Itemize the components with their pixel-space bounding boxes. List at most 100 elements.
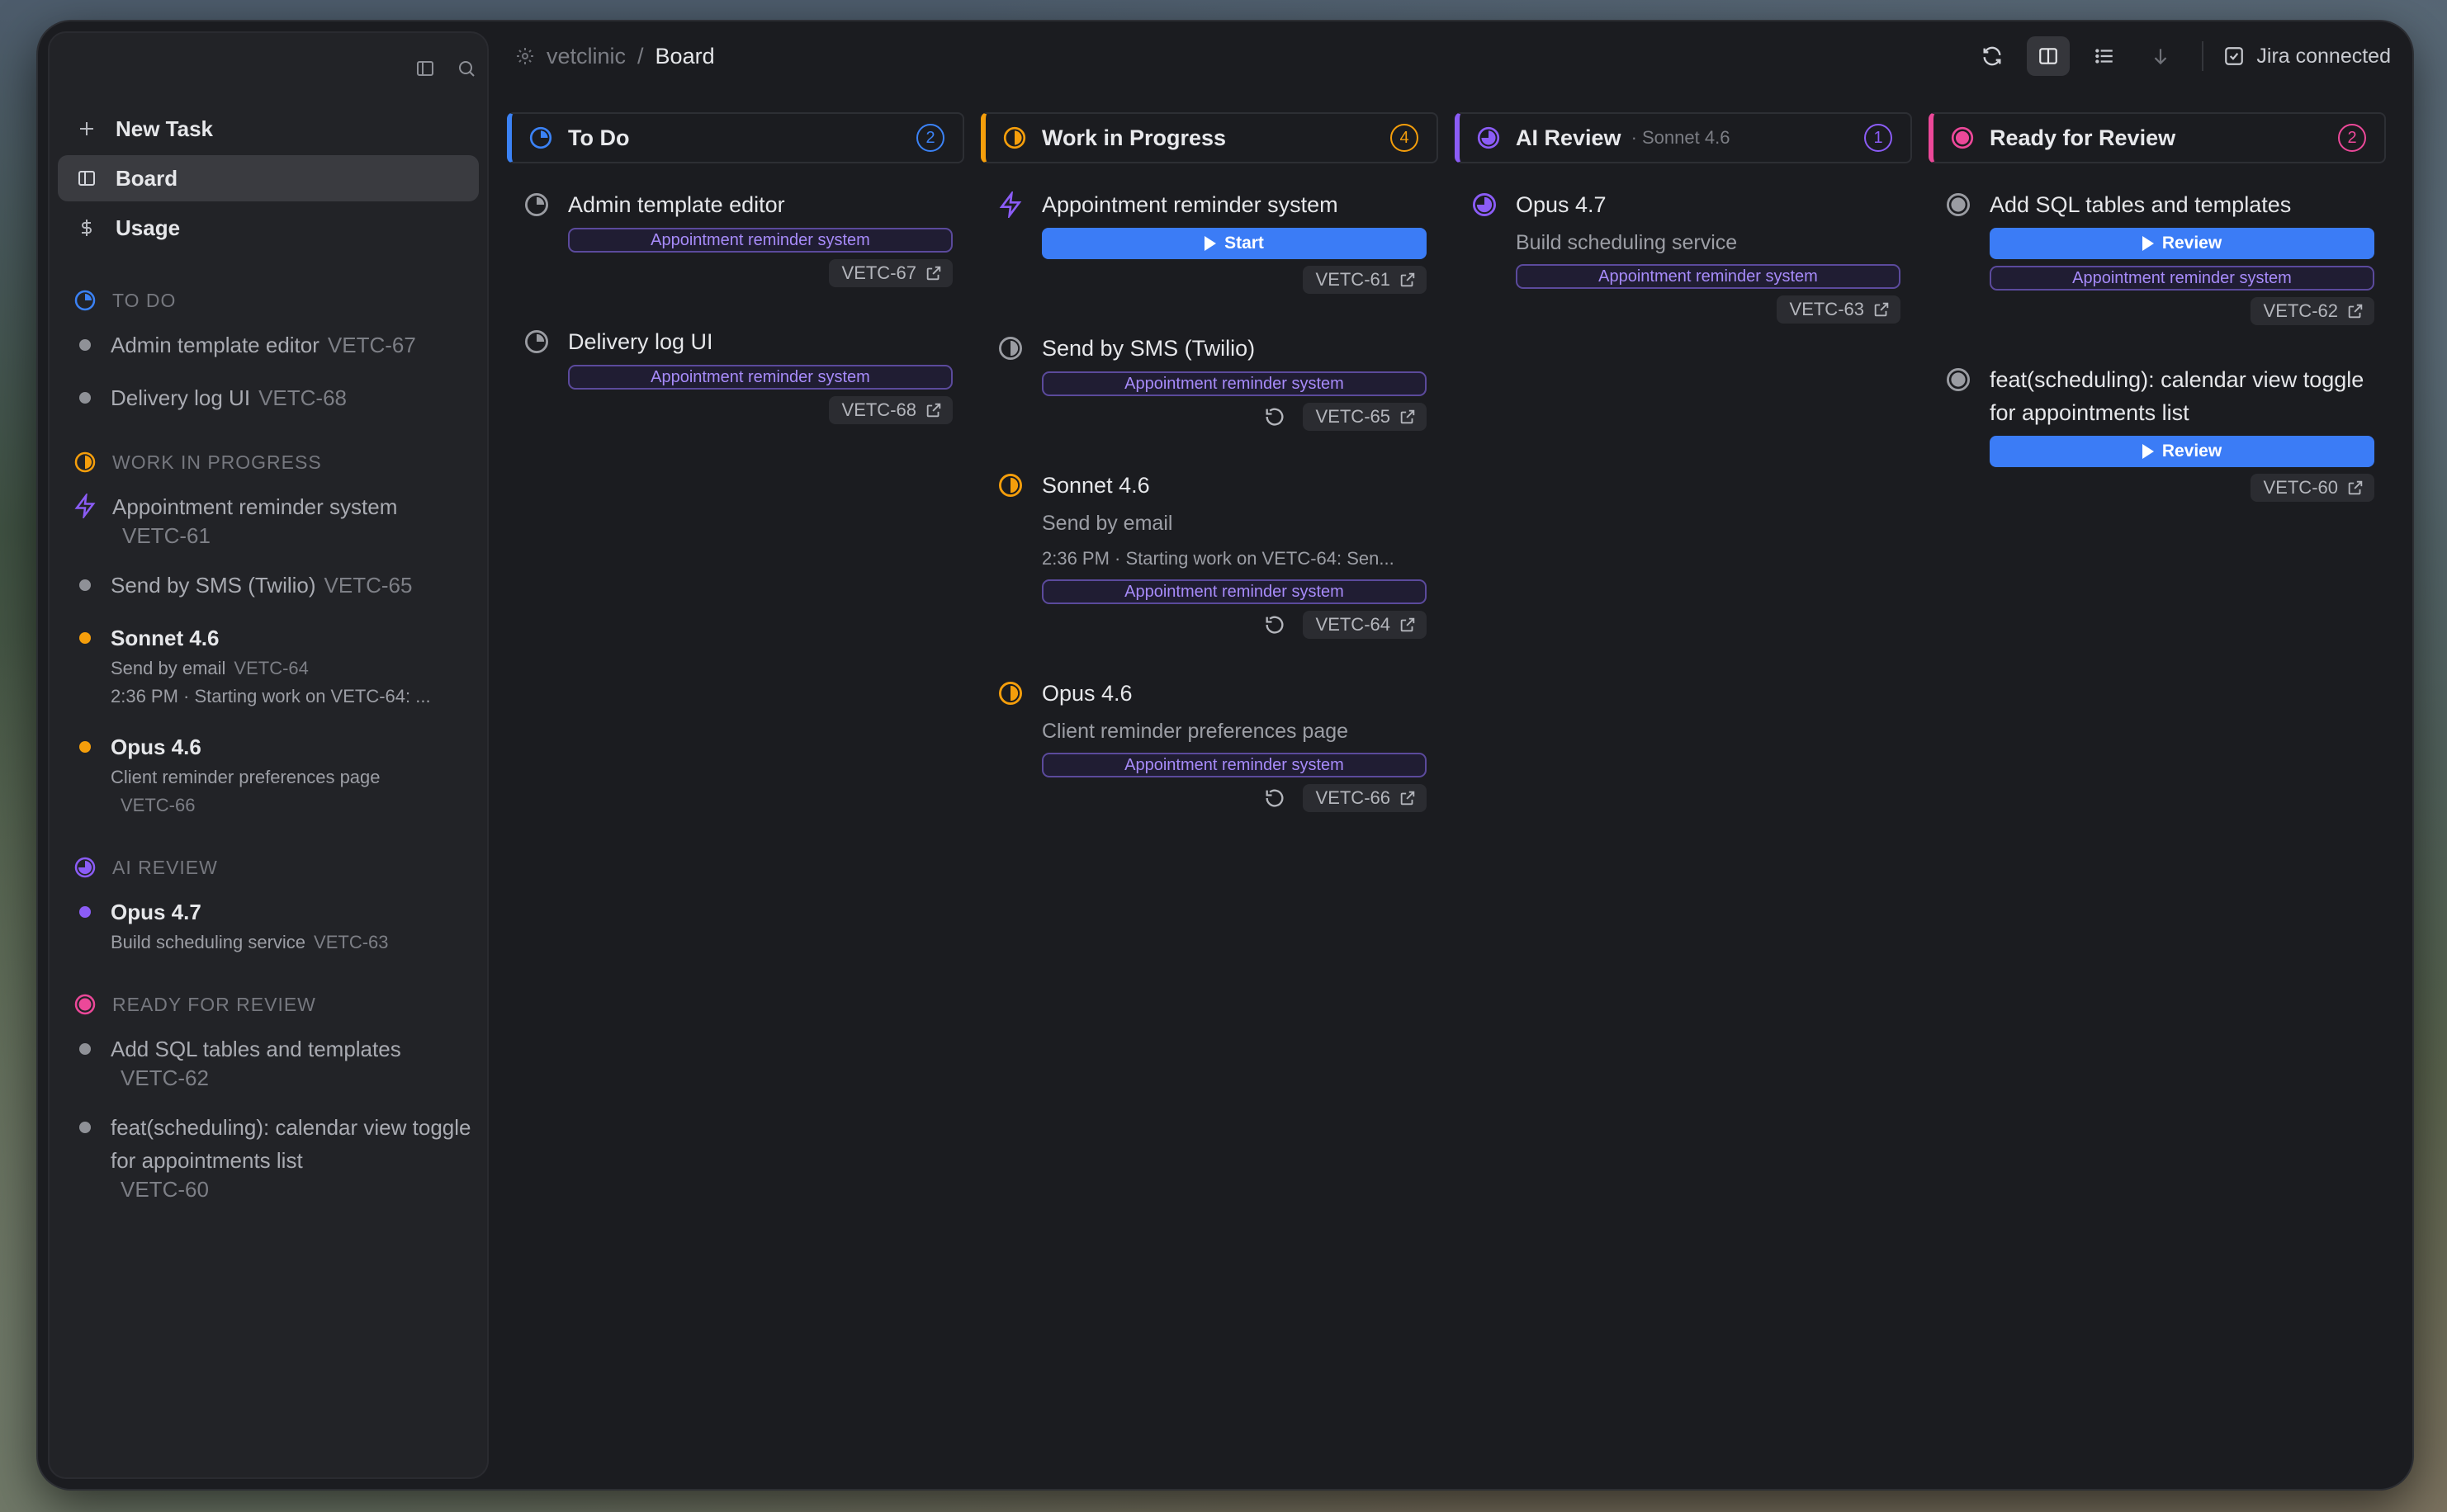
task-title: Admin template editor — [111, 333, 319, 357]
sidebar-task[interactable]: Sonnet 4.6 Send by email VETC-64 2:36 PM … — [73, 621, 474, 711]
sidebar-task[interactable]: Send by SMS (Twilio) VETC-65 — [73, 569, 474, 602]
column-header[interactable]: Ready for Review 2 — [1929, 112, 2386, 163]
column-count-badge: 4 — [1390, 124, 1418, 152]
card-agent: Opus 4.6 — [1042, 681, 1133, 706]
in-progress-status-icon — [73, 450, 97, 475]
download-button[interactable] — [2139, 36, 2182, 76]
external-link-icon — [1400, 617, 1415, 632]
issue-key-link[interactable]: VETC-62 — [2250, 297, 2374, 325]
play-icon — [2142, 236, 2154, 251]
nav-board-label: Board — [116, 165, 178, 191]
issue-key: VETC-64 — [1315, 614, 1390, 635]
card-title: Appointment reminder system — [1042, 192, 1338, 217]
task-card[interactable]: feat(scheduling): calendar view toggle f… — [1929, 355, 2386, 517]
sidebar-task[interactable]: Opus 4.7 Build scheduling service VETC-63 — [73, 895, 474, 957]
epic-tag[interactable]: Appointment reminder system — [1516, 264, 1900, 289]
page-title: Board — [655, 43, 715, 69]
task-key: VETC-67 — [327, 333, 416, 357]
issue-key: VETC-65 — [1315, 406, 1390, 427]
card-agent: Sonnet 4.6 — [1042, 473, 1150, 498]
start-button[interactable]: Start — [1042, 228, 1427, 259]
new-task-button[interactable]: New Task — [58, 106, 479, 152]
epic-tag[interactable]: Appointment reminder system — [1042, 579, 1427, 604]
task-agent: Opus 4.6 — [111, 735, 201, 759]
review-button[interactable]: Review — [1990, 228, 2374, 259]
epic-tag[interactable]: Appointment reminder system — [1990, 266, 2374, 291]
column-count-badge: 1 — [1864, 124, 1892, 152]
sidebar-task[interactable]: Opus 4.6 Client reminder preferences pag… — [73, 730, 474, 820]
sidebar-group-ai-review: AI REVIEW Opus 4.7 Build scheduling serv… — [73, 849, 474, 957]
ai-review-status-icon — [1473, 193, 1496, 216]
epic-tag[interactable]: Appointment reminder system — [568, 365, 953, 390]
card-status: 2:36 PM · Starting work on VETC-64: Sen.… — [1042, 548, 1394, 569]
column-header[interactable]: Work in Progress 4 — [981, 112, 1438, 163]
refresh-button[interactable] — [1971, 36, 2014, 76]
search-icon[interactable] — [454, 56, 479, 81]
retry-icon[interactable] — [1263, 613, 1286, 636]
todo-status-icon — [529, 126, 552, 149]
board-view-button[interactable] — [2027, 36, 2071, 76]
issue-key: VETC-63 — [1789, 299, 1864, 319]
sidebar-task[interactable]: feat(scheduling): calendar view toggle f… — [73, 1111, 474, 1203]
task-card[interactable]: Send by SMS (Twilio) Appointment reminde… — [981, 324, 1438, 446]
task-card[interactable]: Opus 4.6 Client reminder preferences pag… — [981, 669, 1438, 827]
task-card[interactable]: Add SQL tables and templates Review Appo… — [1929, 180, 2386, 340]
in-progress-status-icon — [999, 337, 1022, 360]
retry-icon[interactable] — [1263, 787, 1286, 810]
gear-icon[interactable] — [515, 46, 535, 66]
task-title: Client reminder preferences page — [111, 767, 381, 787]
retry-icon[interactable] — [1263, 405, 1286, 428]
nav-usage[interactable]: Usage — [58, 205, 479, 251]
epic-tag[interactable]: Appointment reminder system — [1042, 371, 1427, 396]
issue-key-link[interactable]: VETC-65 — [1302, 403, 1427, 431]
task-key: VETC-61 — [122, 523, 211, 548]
sidebar-task[interactable]: Delivery log UI VETC-68 — [73, 381, 474, 414]
board-icon — [74, 166, 99, 191]
issue-key-link[interactable]: VETC-61 — [1302, 266, 1427, 294]
review-button[interactable]: Review — [1990, 436, 2374, 467]
column-count-badge: 2 — [916, 124, 944, 152]
external-link-icon — [1400, 791, 1415, 806]
list-view-button[interactable] — [2083, 36, 2126, 76]
column-title: AI Review — [1516, 125, 1621, 150]
status-dot — [79, 392, 91, 404]
breadcrumb-project[interactable]: vetclinic — [547, 44, 626, 69]
nav-board[interactable]: Board — [58, 155, 479, 201]
issue-key-link[interactable]: VETC-64 — [1302, 611, 1427, 639]
issue-key-link[interactable]: VETC-68 — [828, 396, 953, 424]
sidebar-task[interactable]: Add SQL tables and templates VETC-62 — [73, 1032, 474, 1091]
issue-key-link[interactable]: VETC-66 — [1302, 784, 1427, 812]
toolbar-divider — [2202, 41, 2204, 71]
epic-tag[interactable]: Appointment reminder system — [568, 228, 953, 253]
card-agent: Opus 4.7 — [1516, 192, 1607, 217]
toggle-sidebar-icon[interactable] — [413, 56, 438, 81]
status-dot — [79, 906, 91, 918]
task-card[interactable]: Appointment reminder system Start VETC-6… — [981, 180, 1438, 309]
task-card[interactable]: Delivery log UI Appointment reminder sys… — [507, 317, 964, 439]
issue-key-link[interactable]: VETC-63 — [1776, 295, 1900, 324]
sidebar-group-label: WORK IN PROGRESS — [112, 451, 322, 473]
sidebar-group-label: READY FOR REVIEW — [112, 993, 316, 1015]
column-header[interactable]: To Do 2 — [507, 112, 964, 163]
sidebar-task[interactable]: Admin template editor VETC-67 — [73, 328, 474, 361]
issue-key-link[interactable]: VETC-60 — [2250, 474, 2374, 502]
column-header[interactable]: AI Review · Sonnet 4.6 1 — [1455, 112, 1912, 163]
task-card[interactable]: Opus 4.7 Build scheduling service Appoin… — [1455, 180, 1912, 338]
issue-key-link[interactable]: VETC-67 — [828, 259, 953, 287]
task-title: Appointment reminder system — [112, 494, 398, 519]
task-card[interactable]: Admin template editor Appointment remind… — [507, 180, 964, 302]
ready-status-icon — [1951, 126, 1974, 149]
column-title: Work in Progress — [1042, 125, 1227, 150]
column-ready-for-review: Ready for Review 2 Add SQL tables and te… — [1929, 112, 2386, 842]
ready-status-icon — [73, 992, 97, 1017]
play-icon — [2142, 444, 2154, 459]
task-card[interactable]: Sonnet 4.6 Send by email 2:36 PM · Start… — [981, 461, 1438, 654]
sidebar-task[interactable]: Appointment reminder system VETC-61 — [73, 490, 474, 549]
sidebar-group-wip: WORK IN PROGRESS Appointment reminder sy… — [73, 444, 474, 820]
review-button-label: Review — [2161, 234, 2222, 253]
task-key: VETC-60 — [121, 1177, 209, 1202]
jira-status[interactable]: Jira connected — [2223, 45, 2391, 69]
status-dot — [79, 339, 91, 351]
sidebar-group-ready: READY FOR REVIEW Add SQL tables and temp… — [73, 986, 474, 1203]
epic-tag[interactable]: Appointment reminder system — [1042, 753, 1427, 777]
